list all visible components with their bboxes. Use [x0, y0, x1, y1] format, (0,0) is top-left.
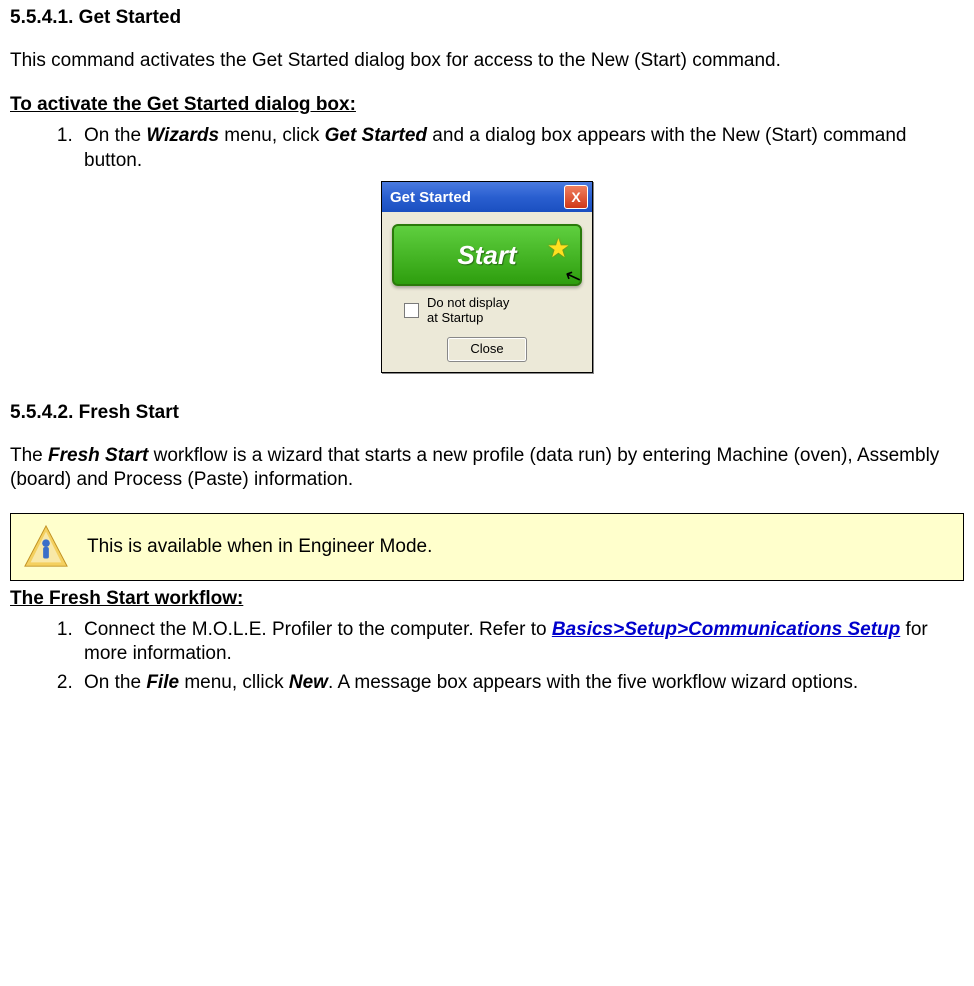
step-1-1: On the Wizards menu, click Get Started a…: [78, 124, 964, 173]
text: On the: [84, 672, 146, 693]
link-comm-setup[interactable]: Basics>Setup>Communications Setup: [552, 619, 900, 640]
steps-list-1: On the Wizards menu, click Get Started a…: [10, 124, 964, 173]
text: Connect the M.O.L.E. Profiler to the com…: [84, 619, 552, 640]
checkbox-label: Do not displayat Startup: [427, 296, 509, 325]
intro-paragraph-2: The Fresh Start workflow is a wizard tha…: [10, 444, 964, 493]
section-heading-1: 5.5.4.1. Get Started: [10, 6, 964, 31]
text: workflow is a wizard that starts a new p…: [10, 445, 939, 491]
close-button[interactable]: Close: [447, 337, 526, 362]
subhead-2: The Fresh Start workflow:: [10, 587, 964, 612]
cursor-icon: ↖: [561, 262, 586, 292]
star-icon: ★: [547, 232, 570, 266]
start-button-label: Start: [457, 239, 516, 273]
steps-list-2: Connect the M.O.L.E. Profiler to the com…: [10, 618, 964, 696]
command-name: Get Started: [325, 125, 427, 146]
text: menu, cllick: [179, 672, 289, 693]
startup-checkbox-row[interactable]: Do not displayat Startup: [404, 296, 582, 325]
dialog-body: Start ★ ↖ Do not displayat Startup Close: [382, 212, 592, 371]
text: The: [10, 445, 48, 466]
info-icon: [23, 524, 69, 570]
start-button[interactable]: Start ★ ↖: [392, 224, 582, 286]
text: . A message box appears with the five wo…: [328, 672, 858, 693]
text: menu, click: [219, 125, 325, 146]
step-2-2: On the File menu, cllick New. A message …: [78, 671, 964, 696]
command-name: Fresh Start: [48, 445, 148, 466]
menu-name: Wizards: [146, 125, 219, 146]
info-note-text: This is available when in Engineer Mode.: [87, 535, 432, 560]
close-icon[interactable]: X: [564, 185, 588, 209]
command-name: New: [289, 672, 328, 693]
info-note-box: This is available when in Engineer Mode.: [10, 513, 964, 581]
text: On the: [84, 125, 146, 146]
intro-paragraph-1: This command activates the Get Started d…: [10, 49, 964, 74]
dialog-title: Get Started: [390, 188, 471, 208]
section-heading-2: 5.5.4.2. Fresh Start: [10, 401, 964, 426]
checkbox-icon[interactable]: [404, 303, 419, 318]
get-started-dialog: Get Started X Start ★ ↖ Do not displayat…: [381, 181, 593, 372]
dialog-screenshot: Get Started X Start ★ ↖ Do not displayat…: [10, 181, 964, 372]
dialog-titlebar: Get Started X: [382, 182, 592, 212]
step-2-1: Connect the M.O.L.E. Profiler to the com…: [78, 618, 964, 667]
subhead-1: To activate the Get Started dialog box:: [10, 93, 964, 118]
menu-name: File: [146, 672, 179, 693]
